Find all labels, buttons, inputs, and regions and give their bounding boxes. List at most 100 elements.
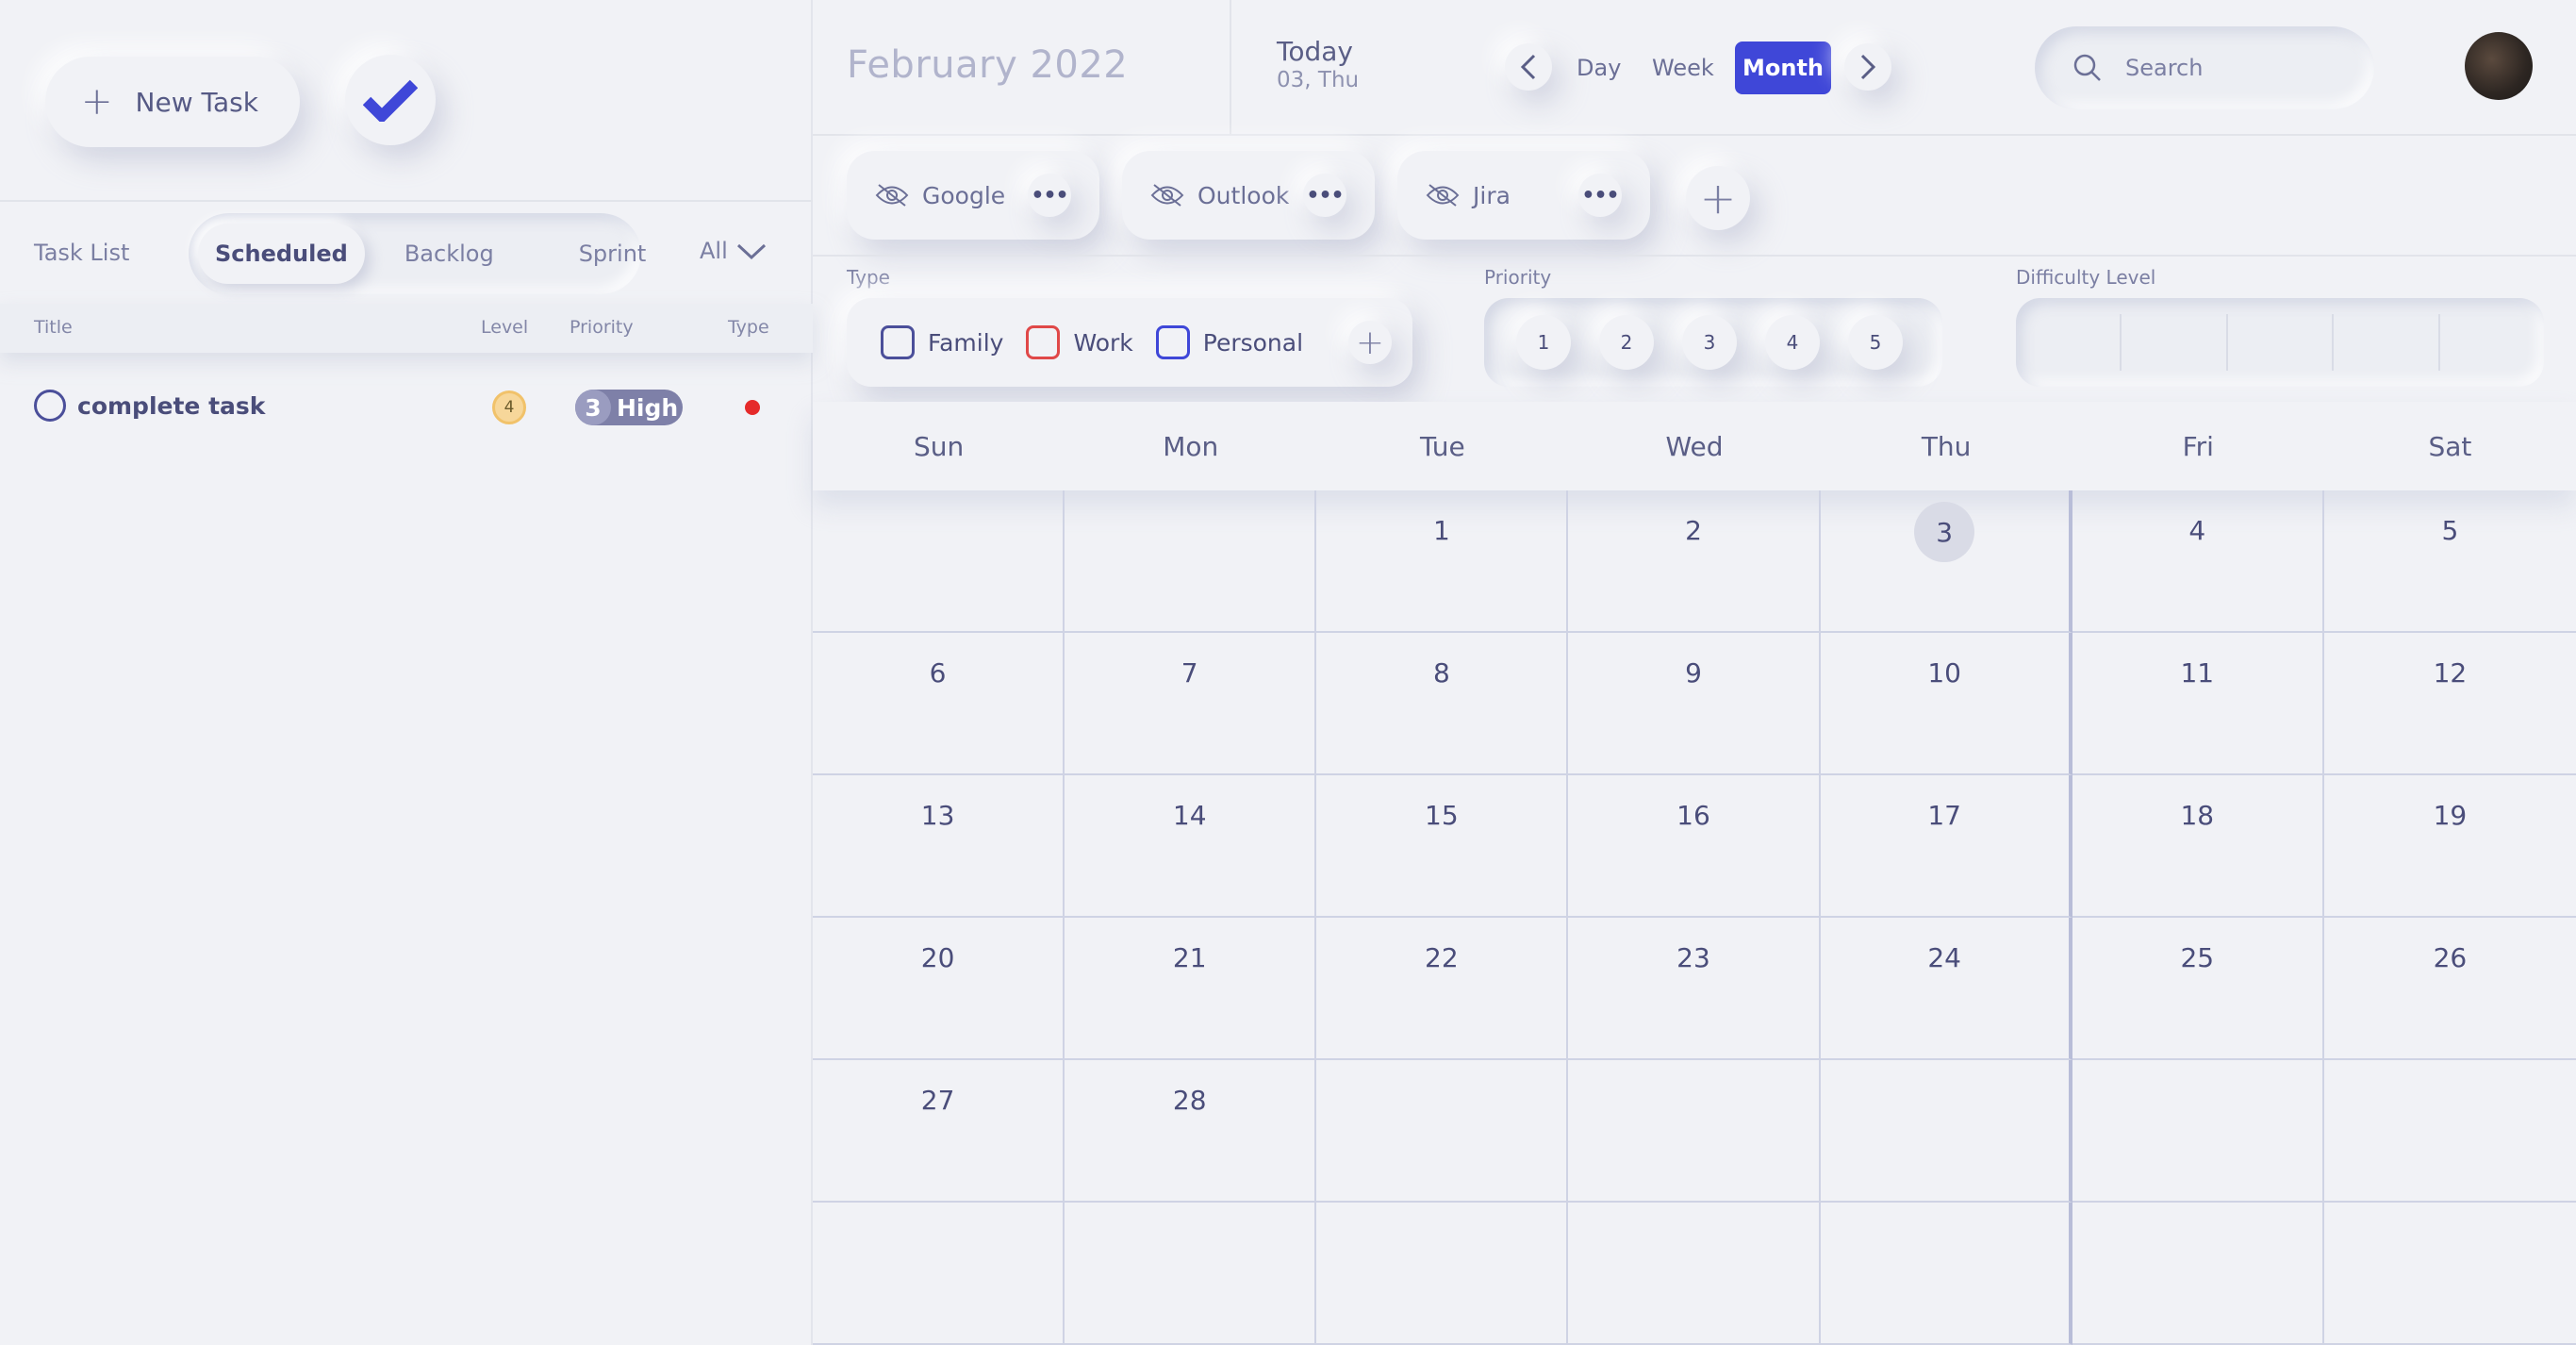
calendar-day-cell[interactable]: 9 bbox=[1568, 633, 1821, 775]
difficulty-segment[interactable] bbox=[2440, 314, 2544, 371]
priority-option-2[interactable]: 2 bbox=[1599, 315, 1654, 370]
task-title: complete task bbox=[77, 391, 266, 420]
calendar-day-cell[interactable]: 2 bbox=[1568, 490, 1821, 633]
view-month-button[interactable]: Month bbox=[1735, 42, 1831, 94]
day-number: 18 bbox=[2180, 800, 2215, 831]
weekday-tue: Tue bbox=[1419, 430, 1465, 462]
personal-checkbox[interactable] bbox=[1155, 325, 1190, 359]
calendar-day-cell[interactable]: 14 bbox=[1065, 775, 1317, 918]
col-type: Type bbox=[728, 317, 769, 338]
tab-backlog[interactable]: Backlog bbox=[388, 224, 511, 284]
calendar-day-cell[interactable]: 13 bbox=[813, 775, 1065, 918]
avatar[interactable] bbox=[2465, 32, 2533, 100]
weekday-wed: Wed bbox=[1665, 430, 1724, 462]
calendar-day-cell[interactable]: 11 bbox=[2072, 633, 2324, 775]
more-options-button[interactable]: ••• bbox=[1578, 174, 1622, 217]
more-options-button[interactable]: ••• bbox=[1303, 174, 1346, 217]
task-table-header bbox=[0, 304, 813, 353]
calendar-day-cell[interactable]: 20 bbox=[813, 918, 1065, 1060]
calendar-day-cell[interactable]: 3 bbox=[1820, 490, 2072, 633]
calendar-source-google[interactable]: Google ••• bbox=[847, 151, 1099, 240]
calendar-day-cell[interactable]: 24 bbox=[1820, 918, 2072, 1060]
calendar-day-cell[interactable] bbox=[1820, 1203, 2072, 1345]
weekday-thu: Thu bbox=[1921, 430, 1972, 462]
difficulty-segment[interactable] bbox=[2016, 314, 2122, 371]
calendar-day-cell[interactable]: 23 bbox=[1568, 918, 1821, 1060]
calendar-day-cell[interactable] bbox=[1820, 1060, 2072, 1203]
next-button[interactable] bbox=[1844, 43, 1891, 91]
calendar-day-cell[interactable]: 22 bbox=[1316, 918, 1569, 1060]
plus-icon: + bbox=[1699, 173, 1737, 224]
today-button[interactable]: Today bbox=[1277, 36, 1353, 67]
calendar-day-cell[interactable]: 28 bbox=[1065, 1060, 1317, 1203]
chevron-down-icon bbox=[736, 243, 766, 260]
calendar-day-cell[interactable] bbox=[2072, 1060, 2324, 1203]
day-number: 28 bbox=[1172, 1085, 1207, 1116]
calendar-day-cell[interactable]: 15 bbox=[1316, 775, 1569, 918]
calendar-day-cell[interactable]: 27 bbox=[813, 1060, 1065, 1203]
day-number: 15 bbox=[1425, 800, 1459, 831]
priority-filter: 1 2 3 4 5 bbox=[1484, 298, 1942, 387]
priority-option-3[interactable]: 3 bbox=[1682, 315, 1737, 370]
new-task-button[interactable]: + New Task bbox=[45, 57, 300, 147]
filter-dropdown[interactable]: All bbox=[700, 238, 768, 264]
view-week-button[interactable]: Week bbox=[1641, 42, 1726, 94]
add-type-button[interactable]: + bbox=[1348, 321, 1392, 364]
add-calendar-button[interactable]: + bbox=[1686, 166, 1750, 230]
calendar-day-cell[interactable]: 19 bbox=[2323, 775, 2576, 918]
calendar-day-cell[interactable]: 5 bbox=[2323, 490, 2576, 633]
family-label: Family bbox=[928, 328, 1004, 357]
calendar-day-cell[interactable] bbox=[1568, 1203, 1821, 1345]
calendar-day-cell[interactable]: 4 bbox=[2072, 490, 2324, 633]
priority-option-4[interactable]: 4 bbox=[1765, 315, 1820, 370]
day-number: 6 bbox=[929, 657, 947, 689]
search-input[interactable]: Search bbox=[2035, 26, 2374, 109]
weekday-mon: Mon bbox=[1163, 430, 1219, 462]
calendar-day-cell[interactable]: 7 bbox=[1065, 633, 1317, 775]
complete-check-button[interactable] bbox=[345, 55, 436, 145]
prev-button[interactable] bbox=[1505, 43, 1552, 91]
calendar-day-cell[interactable] bbox=[1568, 1060, 1821, 1203]
calendar-day-cell[interactable] bbox=[2323, 1060, 2576, 1203]
calendar-day-cell[interactable] bbox=[2072, 1203, 2324, 1345]
divider bbox=[1230, 0, 1231, 134]
task-complete-checkbox[interactable] bbox=[34, 390, 66, 422]
calendar-day-cell[interactable] bbox=[813, 1203, 1065, 1345]
calendar-day-cell[interactable]: 18 bbox=[2072, 775, 2324, 918]
table-row[interactable]: complete task bbox=[34, 390, 265, 422]
calendar-day-cell[interactable]: 6 bbox=[813, 633, 1065, 775]
tab-scheduled[interactable]: Scheduled bbox=[198, 224, 365, 284]
calendar-day-cell[interactable] bbox=[1316, 1060, 1569, 1203]
calendar-day-cell[interactable]: 25 bbox=[2072, 918, 2324, 1060]
work-checkbox[interactable] bbox=[1026, 325, 1061, 359]
type-dot bbox=[745, 400, 760, 415]
calendar-day-cell[interactable] bbox=[2323, 1203, 2576, 1345]
calendar-day-cell[interactable] bbox=[1065, 490, 1317, 633]
priority-badge: 3 High bbox=[575, 390, 683, 425]
view-day-button[interactable]: Day bbox=[1565, 42, 1632, 94]
tab-sprint[interactable]: Sprint bbox=[562, 224, 664, 284]
more-options-button[interactable]: ••• bbox=[1028, 174, 1071, 217]
difficulty-segment[interactable] bbox=[2334, 314, 2440, 371]
calendar-day-cell[interactable]: 10 bbox=[1820, 633, 2072, 775]
calendar-day-cell[interactable]: 21 bbox=[1065, 918, 1317, 1060]
weekday-sat: Sat bbox=[2428, 430, 2472, 462]
calendar-source-outlook[interactable]: Outlook ••• bbox=[1122, 151, 1375, 240]
calendar-day-cell[interactable]: 26 bbox=[2323, 918, 2576, 1060]
calendar-source-jira[interactable]: Jira ••• bbox=[1397, 151, 1650, 240]
difficulty-slider[interactable] bbox=[2016, 298, 2544, 387]
calendar-day-cell[interactable]: 1 bbox=[1316, 490, 1569, 633]
calendar-day-cell[interactable]: 8 bbox=[1316, 633, 1569, 775]
difficulty-segment[interactable] bbox=[2228, 314, 2335, 371]
calendar-day-cell[interactable] bbox=[813, 490, 1065, 633]
calendar-day-cell[interactable]: 16 bbox=[1568, 775, 1821, 918]
priority-option-5[interactable]: 5 bbox=[1848, 315, 1903, 370]
family-checkbox[interactable] bbox=[881, 325, 915, 359]
calendar-day-cell[interactable] bbox=[1316, 1203, 1569, 1345]
difficulty-segment[interactable] bbox=[2122, 314, 2228, 371]
day-number: 26 bbox=[2433, 942, 2468, 973]
calendar-day-cell[interactable]: 17 bbox=[1820, 775, 2072, 918]
priority-option-1[interactable]: 1 bbox=[1516, 315, 1571, 370]
calendar-day-cell[interactable] bbox=[1065, 1203, 1317, 1345]
calendar-day-cell[interactable]: 12 bbox=[2323, 633, 2576, 775]
